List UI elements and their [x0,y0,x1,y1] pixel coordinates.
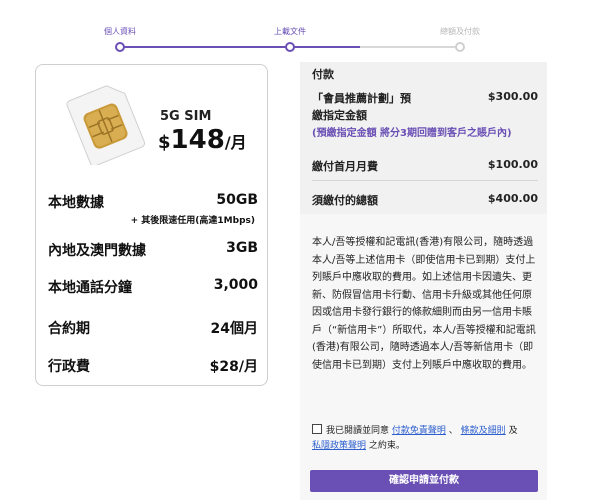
confirm-and-pay-button[interactable]: 確認申請並付款 [310,470,538,492]
agree-prefix: 我已閱讀並同意 [326,426,390,436]
plan-row-local-data: 本地數據 50GB [48,192,258,212]
payment-row-label: 繳指定金額 [312,109,367,122]
plan-row-value: 50GB [216,192,258,208]
plan-price: $148/月 [158,125,247,155]
plan-row-admin-fee: 行政費 $28/月 [48,356,258,376]
plan-row-label: 內地及澳門數據 [48,243,146,259]
step-label-total-payment: 總額及付款 [440,27,480,36]
plan-row-local-call-minutes: 本地通話分鐘 3,000 [48,277,258,297]
plan-summary-card: 5G SIM $148/月 本地數據 50GB + 其後限速任用(高達1Mbps… [35,64,268,386]
agree-separator: 及 [508,426,518,436]
payment-row-referral-cont: 繳指定金額 [312,107,538,123]
agree-suffix: 之約束。 [368,441,405,451]
plan-row-value: 24個月 [210,321,258,337]
plan-row-value: 3GB [226,240,258,256]
payment-title: 付款 [312,68,334,81]
stepper-line-progress [290,46,360,48]
terms-panel: 本人/吾等授權和記電訊(香港)有限公司，隨時透過本人/吾等上述信用卡（即使信用卡… [300,214,547,500]
terms-conditions-link[interactable]: 條款及細則 [461,426,506,436]
divider [312,180,538,181]
step-dot-personal-info[interactable] [115,42,125,52]
payment-row-label: 繳付首月月費 [312,160,378,173]
plan-row-label: 本地數據 [48,195,104,211]
step-label-personal-info: 個人資料 [104,27,136,36]
referral-rebate-note: (預繳指定金額 將分3期回贈到客戶之賬戶內) [312,128,512,139]
payment-row-label: 「會員推薦計劃」預 [312,92,411,105]
payment-disclaimer-link[interactable]: 付款免責聲明 [392,426,446,436]
price-currency: $ [158,132,171,153]
plan-row-label: 本地通話分鐘 [48,280,132,296]
price-amount: 148 [170,125,225,155]
stepper-line-complete [120,46,290,48]
privacy-policy-link[interactable]: 私隱政策聲明 [312,441,366,451]
plan-row-value: $28/月 [209,359,258,375]
payment-row-total: 須繳付的總額 $400.00 [312,192,538,208]
plan-row-contract-period: 合約期 24個月 [48,318,258,338]
payment-row-value: $400.00 [487,192,538,205]
plan-row-label: 合約期 [48,321,90,337]
plan-row-label: 行政費 [48,359,90,375]
step-dot-upload-documents[interactable] [285,42,295,52]
stepper-line-pending [360,46,460,48]
data-speed-note: + 其後限速任用(高達1Mbps) [130,216,255,226]
payment-row-label: 須繳付的總額 [312,194,378,207]
plan-row-mainland-macau-data: 內地及澳門數據 3GB [48,240,258,260]
payment-row-value: $300.00 [487,90,538,103]
agreement-row: 我已閱讀並同意 付款免責聲明 、 條款及細則 及 私隱政策聲明 之約束。 [312,424,542,454]
payment-row-value: $100.00 [487,158,538,171]
payment-row-first-month: 繳付首月月費 $100.00 [312,158,538,174]
payment-summary-panel: 付款 「會員推薦計劃」預 $300.00 繳指定金額 (預繳指定金額 將分3期回… [300,62,547,214]
sim-card-icon [66,85,146,165]
payment-row-referral: 「會員推薦計劃」預 $300.00 [312,90,538,106]
credit-card-authorization-text: 本人/吾等授權和記電訊(香港)有限公司，隨時透過本人/吾等上述信用卡（即使信用卡… [312,237,536,371]
agree-checkbox[interactable] [312,424,322,434]
step-dot-total-payment [455,42,465,52]
plan-row-value: 3,000 [213,277,258,293]
step-label-upload-documents: 上載文件 [274,27,306,36]
price-unit: /月 [224,133,247,152]
plan-name: 5G SIM [160,109,212,124]
progress-stepper: 個人資料 上載文件 總額及付款 [0,0,600,60]
agree-separator: 、 [448,426,458,436]
